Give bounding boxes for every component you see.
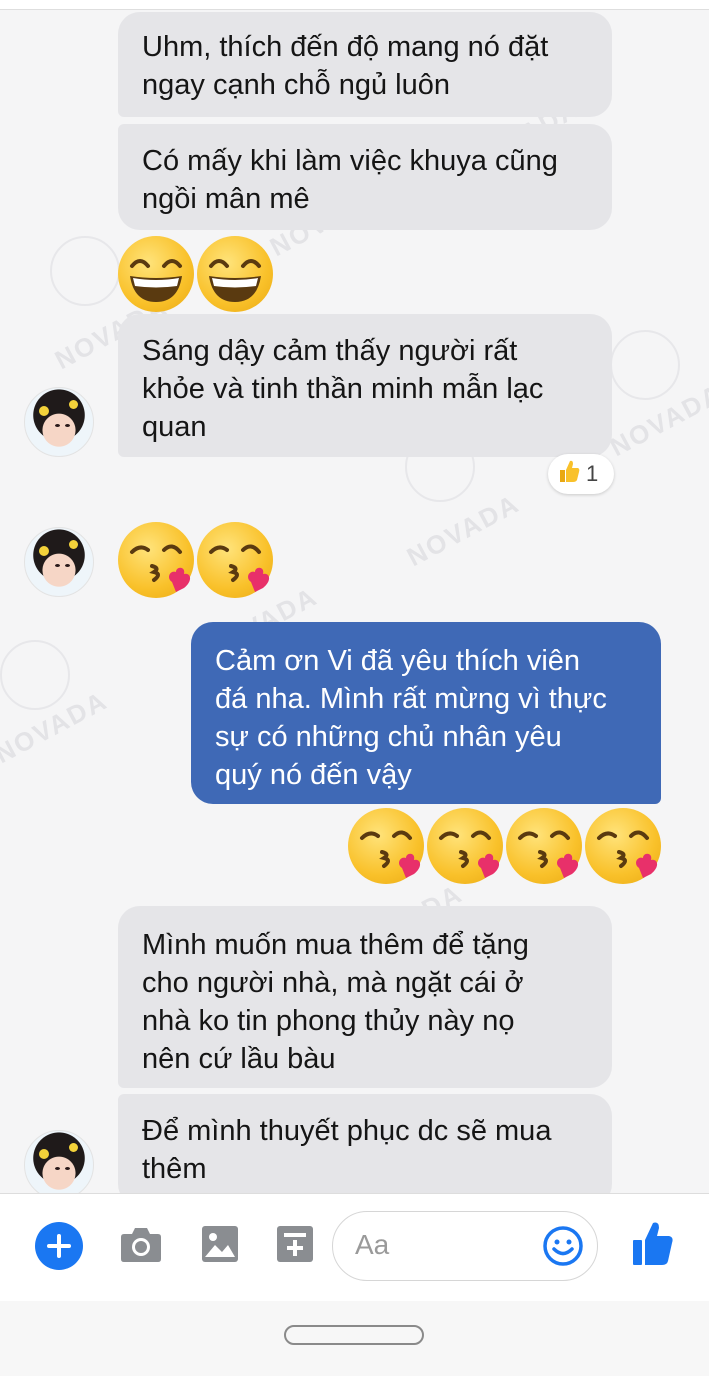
watermark: NOVADA — [0, 685, 113, 770]
message-text: Cảm ơn Vi đã yêu thích viên — [215, 645, 581, 677]
message-text: cho người nhà, mà ngặt cái ở — [142, 967, 524, 999]
avatar-decoration — [55, 1167, 60, 1170]
message-input-placeholder: Aa — [355, 1229, 390, 1260]
avatar-decoration — [39, 546, 49, 556]
message-bubble-outgoing[interactable]: Cảm ơn Vi đã yêu thích viên đá nha. Mình… — [191, 622, 661, 804]
message-bubble-incoming[interactable]: Có mấy khi làm việc khuya cũng ngồi mân … — [118, 124, 612, 230]
message-text: đá nha. Mình rất mừng vì thực — [215, 683, 607, 715]
message-text: Uhm, thích đến độ mang nó đặt — [142, 31, 549, 63]
message-text: thêm — [142, 1153, 207, 1185]
message-input[interactable]: Aa — [332, 1211, 598, 1281]
message-bubble-incoming[interactable]: Mình muốn mua thêm để tặng cho người nhà… — [118, 906, 612, 1088]
message-bubble-incoming[interactable]: Uhm, thích đến độ mang nó đặt ngay cạnh … — [118, 12, 612, 117]
message-text: quý nó đến vậy — [215, 759, 412, 791]
message-bubble-incoming[interactable]: Sáng dậy cảm thấy người rất khỏe và tinh… — [118, 314, 612, 457]
kissing-heart-emoji[interactable] — [118, 522, 194, 598]
image-icon[interactable] — [201, 1225, 239, 1268]
sender-avatar[interactable] — [24, 1130, 94, 1200]
message-text: Sáng dậy cảm thấy người rất — [142, 335, 518, 367]
avatar-decoration — [69, 1143, 78, 1152]
message-bubble-incoming[interactable]: Để mình thuyết phục dc sẽ mua thêm — [118, 1094, 612, 1206]
avatar-decoration — [55, 564, 60, 567]
top-bar-edge — [0, 0, 709, 10]
avatar-decoration — [69, 540, 78, 549]
message-text: sự có những chủ nhân yêu — [215, 721, 562, 753]
thumbs-up-icon — [558, 459, 580, 489]
message-text: nên cứ lầu bàu — [142, 1043, 336, 1075]
kissing-heart-emoji[interactable] — [585, 808, 661, 884]
message-text: Mình muốn mua thêm để tặng — [142, 929, 529, 961]
sender-avatar[interactable] — [24, 387, 94, 457]
avatar-decoration — [69, 400, 78, 409]
watermark: NOVADA — [604, 378, 709, 463]
reaction-badge[interactable]: 1 — [548, 454, 614, 494]
watermark-logo — [0, 640, 70, 710]
gif-sticker-icon[interactable] — [276, 1225, 314, 1268]
message-text: nhà ko tin phong thủy này nọ — [142, 1005, 515, 1037]
reaction-count: 1 — [586, 461, 599, 486]
message-text: ngay cạnh chỗ ngủ luôn — [142, 69, 450, 101]
message-text: ngồi mân mê — [142, 183, 310, 215]
message-text: quan — [142, 411, 207, 443]
avatar-decoration — [55, 424, 60, 427]
kissing-heart-emoji[interactable] — [197, 522, 273, 598]
avatar-decoration — [39, 406, 49, 416]
grinning-emoji[interactable] — [197, 236, 273, 312]
avatar-decoration — [65, 1167, 70, 1170]
watermark: NOVADA — [401, 488, 525, 573]
message-text: Có mấy khi làm việc khuya cũng — [142, 145, 558, 177]
home-gesture-pill[interactable] — [284, 1325, 424, 1345]
avatar-decoration — [65, 564, 70, 567]
kissing-heart-emoji[interactable] — [348, 808, 424, 884]
avatar-decoration — [39, 1149, 49, 1159]
kissing-heart-emoji[interactable] — [427, 808, 503, 884]
plus-icon[interactable] — [35, 1222, 83, 1275]
avatar-decoration — [65, 424, 70, 427]
watermark-logo — [610, 330, 680, 400]
grinning-emoji[interactable] — [118, 236, 194, 312]
watermark-logo — [50, 236, 120, 306]
smiley-icon[interactable] — [543, 1226, 583, 1271]
camera-icon[interactable] — [120, 1225, 162, 1268]
sender-avatar[interactable] — [24, 527, 94, 597]
kissing-heart-emoji[interactable] — [506, 808, 582, 884]
message-text: khỏe và tinh thần minh mẫn lạc — [142, 373, 544, 405]
message-text: Để mình thuyết phục dc sẽ mua — [142, 1115, 552, 1147]
system-nav-bar — [0, 1301, 709, 1376]
message-composer: Aa — [0, 1193, 709, 1301]
like-icon[interactable] — [632, 1220, 674, 1271]
